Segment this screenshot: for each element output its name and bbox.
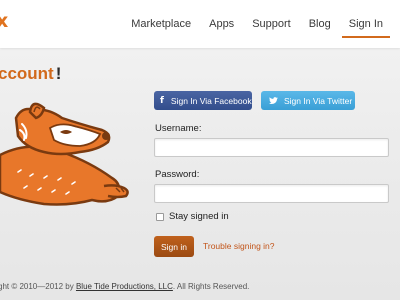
footer-copyright: ght © 2010—2012 by Blue Tide Productions… — [0, 282, 249, 291]
nav-blog[interactable]: Blog — [300, 0, 340, 48]
trouble-signing-in-link[interactable]: Trouble signing in? — [203, 241, 275, 251]
nav-apps[interactable]: Apps — [200, 0, 243, 48]
heading-text: ccount — [0, 64, 54, 83]
facebook-f-icon: f — [160, 95, 164, 106]
password-label: Password: — [155, 169, 200, 180]
main-nav: Marketplace Apps Support Blog Sign In — [122, 0, 392, 48]
copyright-prefix: ght © 2010—2012 by — [0, 282, 76, 291]
sign-in-twitter-button[interactable]: Sign In Via Twitter — [261, 91, 355, 110]
heading-exclamation: ! — [55, 64, 62, 83]
nav-support[interactable]: Support — [243, 0, 300, 48]
username-field[interactable] — [154, 138, 389, 157]
stay-signed-in-label: Stay signed in — [169, 211, 229, 222]
username-label: Username: — [155, 123, 202, 134]
password-field[interactable] — [154, 184, 389, 203]
company-link[interactable]: Blue Tide Productions, LLC — [76, 282, 173, 291]
logo[interactable]: x — [0, 10, 8, 32]
sign-in-button[interactable]: Sign in — [154, 236, 194, 257]
twitter-button-label: Sign In Via Twitter — [284, 95, 353, 106]
facebook-button-label: Sign In Via Facebook — [170, 95, 252, 106]
stay-signed-in-row: Stay signed in — [156, 211, 229, 222]
login-page: x Marketplace Apps Support Blog Sign In … — [0, 0, 400, 300]
sign-in-facebook-button[interactable]: f Sign In Via Facebook — [154, 91, 252, 110]
stay-signed-in-checkbox[interactable] — [156, 212, 164, 221]
header: x Marketplace Apps Support Blog Sign In — [0, 0, 400, 48]
page-heading: ccount! — [0, 64, 61, 84]
copyright-suffix: . All Rights Reserved. — [172, 282, 250, 291]
nav-marketplace[interactable]: Marketplace — [122, 0, 200, 48]
twitter-bird-icon — [269, 96, 278, 105]
nav-sign-in[interactable]: Sign In — [340, 0, 392, 48]
fox-mascot-illustration — [0, 102, 129, 206]
